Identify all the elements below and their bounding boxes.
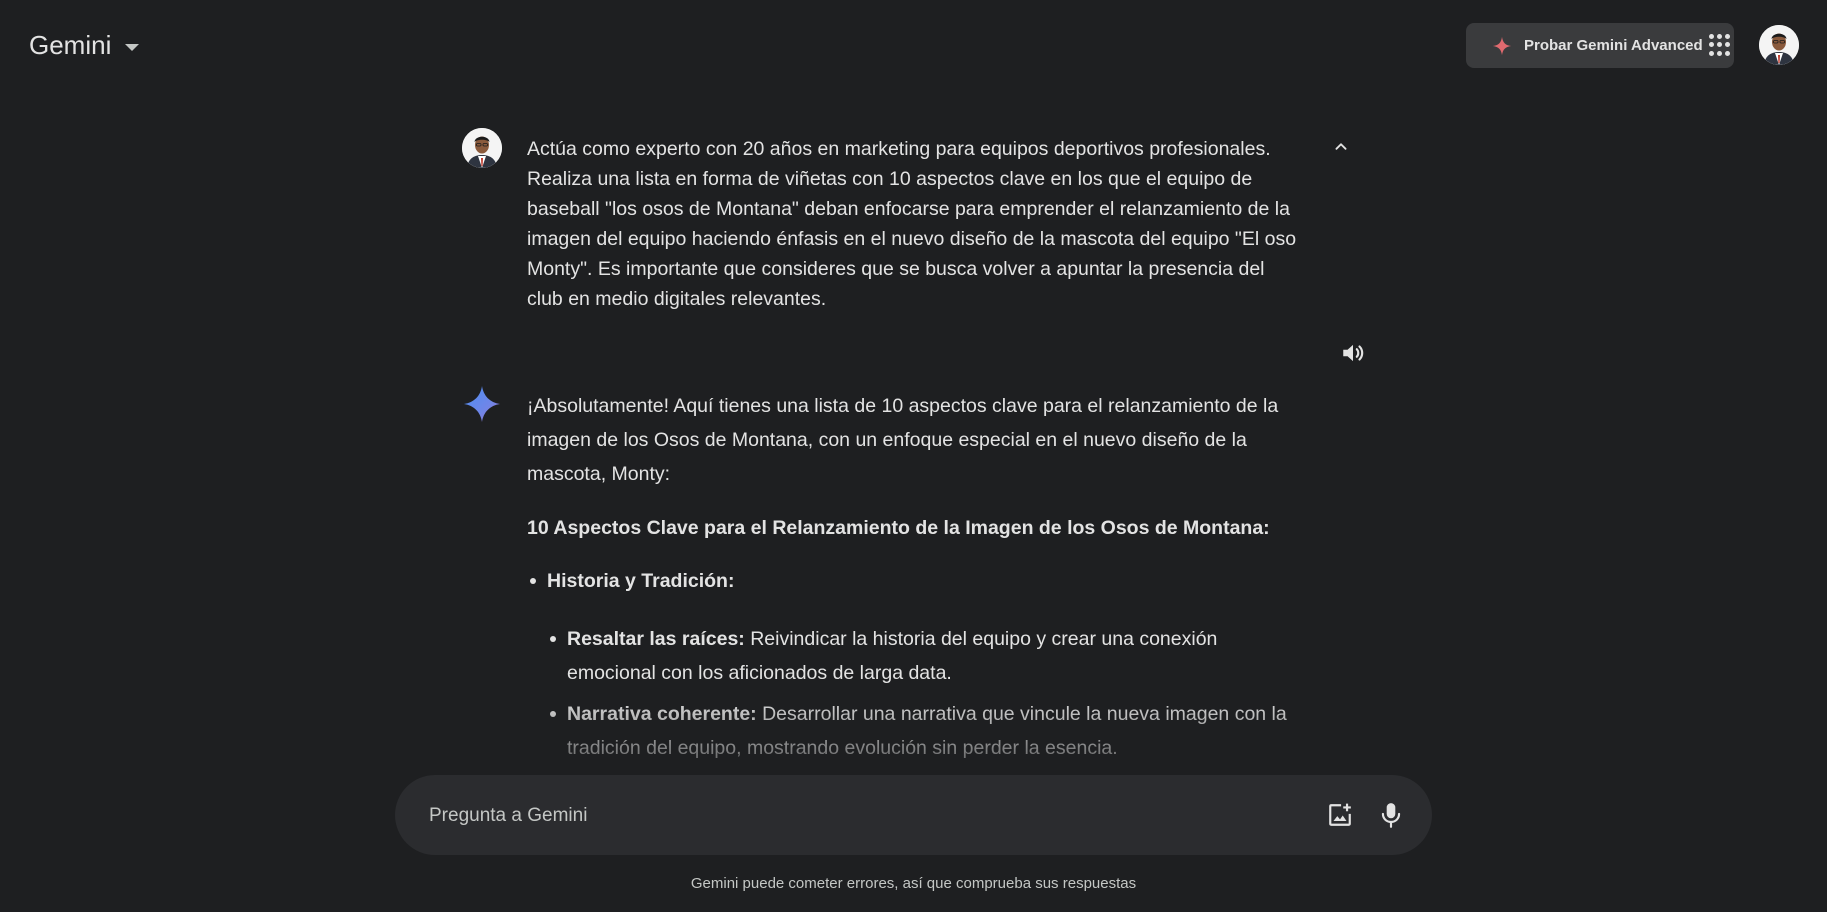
image-upload-icon[interactable] [1327, 802, 1353, 828]
avatar-image [1759, 25, 1799, 65]
chevron-down-icon [125, 43, 140, 51]
apps-grid-icon[interactable] [1709, 34, 1731, 56]
prompt-input[interactable] [427, 775, 1311, 857]
response-heading: 10 Aspectos Clave para el Relanzamiento … [527, 517, 1270, 539]
user-prompt-text: Actúa como experto con 20 años en market… [527, 138, 1297, 310]
upgrade-button-label: Probar Gemini Advanced [1524, 37, 1703, 54]
item-label: Narrativa coherente: [567, 703, 757, 725]
response-sublist: Resaltar las raíces: Reivindicar la hist… [527, 622, 1307, 765]
section-title: Historia y Tradición: [547, 570, 735, 592]
response-intro: ¡Absolutamente! Aquí tienes una lista de… [527, 395, 1279, 485]
avatar-image [462, 128, 502, 168]
user-avatar [462, 128, 502, 168]
account-avatar[interactable] [1759, 25, 1799, 65]
list-item: Narrativa coherente: Desarrollar una nar… [527, 697, 1307, 765]
prompt-bar [395, 775, 1432, 857]
disclaimer-text: Gemini puede cometer errores, así que co… [690, 875, 1137, 892]
response-list: Historia y Tradición: [527, 564, 1307, 598]
chevron-up-icon[interactable] [1330, 136, 1352, 158]
app-title: Gemini [29, 30, 112, 60]
speaker-icon[interactable] [1340, 340, 1366, 366]
gemini-logo-icon [464, 386, 500, 422]
sparkle-icon [1492, 36, 1512, 55]
list-item: Resaltar las raíces: Reivindicar la hist… [527, 622, 1307, 690]
list-item: Historia y Tradición: [527, 564, 1307, 598]
item-label: Resaltar las raíces: [567, 628, 745, 650]
gemini-response: ¡Absolutamente! Aquí tienes una lista de… [527, 389, 1307, 769]
upgrade-button[interactable]: Probar Gemini Advanced [1466, 23, 1734, 68]
app-switcher[interactable]: Gemini [29, 30, 140, 61]
mic-icon[interactable] [1378, 801, 1404, 829]
